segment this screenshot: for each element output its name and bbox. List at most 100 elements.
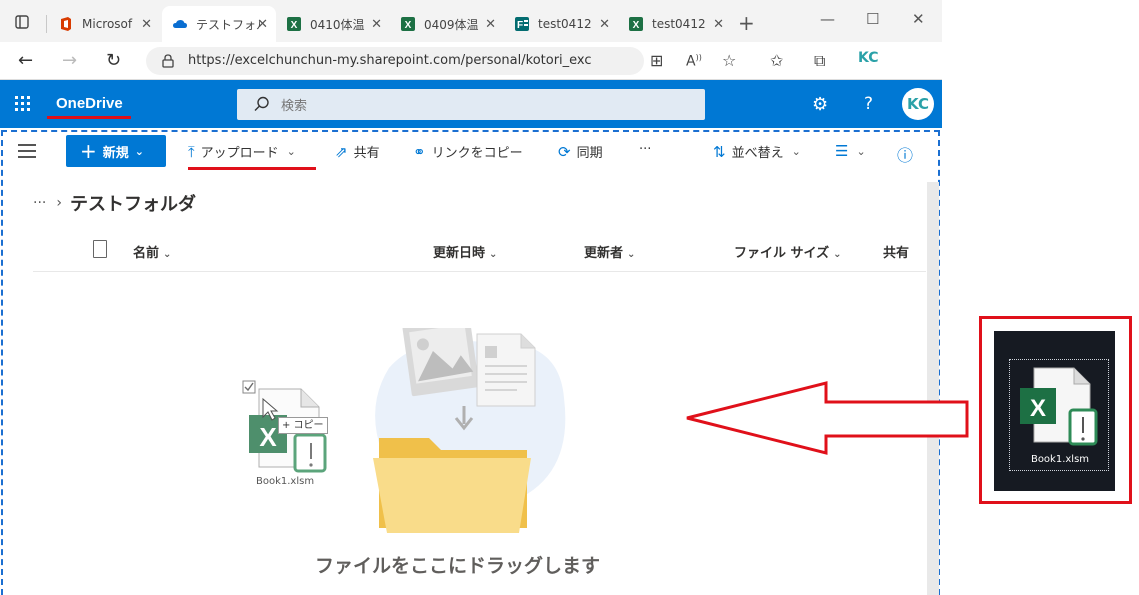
profile-button[interactable]: KC (858, 50, 880, 70)
chevron-down-icon: ⌄ (489, 249, 498, 260)
chevron-down-icon: ⌄ (856, 144, 866, 158)
tab-test0412-forms[interactable]: F test0412 ✕ (504, 6, 618, 42)
app-launcher-icon[interactable] (15, 96, 31, 112)
empty-folder-illustration (373, 328, 566, 533)
red-arrow-annotation (686, 381, 969, 455)
tab-title: テストフォル (196, 17, 260, 32)
more-commands-button[interactable]: ··· (639, 142, 651, 157)
new-button[interactable]: + 新規 ⌄ (66, 135, 166, 167)
column-name-label: 名前 (133, 246, 160, 261)
tab-title: 0409体温 (424, 17, 479, 32)
command-bar: + 新規 ⌄ ⤒ アップロード ⌄ ⇗ 共有 ⚭ リンクをコピー ⟳ 同期 ··… (3, 132, 938, 172)
svg-text:X: X (1030, 395, 1046, 422)
column-file-size[interactable]: ファイル サイズ ⌄ (734, 242, 842, 261)
read-aloud-icon[interactable]: A)) (686, 53, 702, 70)
column-sharing-label: 共有 (883, 246, 910, 261)
avatar[interactable]: KC (902, 88, 934, 120)
desktop-file-panel: X Book1.xlsm (979, 316, 1132, 504)
svg-text:X: X (405, 20, 412, 31)
tab-0409[interactable]: X 0409体温 ✕ (390, 6, 504, 42)
plus-icon: + (80, 139, 97, 163)
svg-text:X: X (291, 20, 298, 31)
close-window-icon[interactable]: ✕ (912, 10, 925, 28)
search-box[interactable] (237, 89, 705, 120)
close-icon[interactable]: ✕ (599, 17, 610, 32)
file-type-icon[interactable] (93, 240, 107, 258)
view-list-icon: ☰ (835, 142, 849, 160)
red-underline-annotation (47, 116, 131, 119)
help-icon[interactable]: ? (864, 94, 873, 114)
sync-button[interactable]: ⟳ 同期 (558, 142, 603, 162)
column-modified-by[interactable]: 更新者 ⌄ (584, 242, 635, 261)
tab-title: 0410体温 (310, 17, 365, 32)
upload-button[interactable]: ⤒ アップロード ⌄ (188, 142, 296, 162)
svg-text:X: X (259, 422, 277, 452)
sort-button[interactable]: ⇅ 並べ替え ⌄ (713, 142, 801, 162)
chevron-down-icon: ⌄ (791, 145, 801, 158)
share-button[interactable]: ⇗ 共有 (335, 142, 380, 162)
forward-arrow-icon[interactable]: → (62, 50, 77, 71)
url-field[interactable]: https://excelchunchun-my.sharepoint.com/… (146, 47, 644, 75)
refresh-icon[interactable]: ↻ (106, 50, 121, 71)
settings-gear-icon[interactable]: ⚙ (812, 94, 828, 115)
forms-icon: F (515, 17, 529, 31)
file-drop-zone[interactable]: + 新規 ⌄ ⤒ アップロード ⌄ ⇗ 共有 ⚭ リンクをコピー ⟳ 同期 ··… (1, 130, 940, 595)
excel-icon: X (287, 17, 301, 31)
lock-icon[interactable] (162, 54, 174, 68)
desktop-file-name: Book1.xlsm (1030, 454, 1090, 465)
close-icon[interactable]: ✕ (257, 17, 268, 32)
tab-actions-icon[interactable] (15, 15, 29, 29)
tab-0410[interactable]: X 0410体温 ✕ (276, 6, 390, 42)
details-pane-button[interactable]: ⓘ (897, 142, 913, 166)
upload-label: アップロード (200, 146, 279, 161)
close-icon[interactable]: ✕ (141, 17, 152, 32)
navigation-menu-icon[interactable] (18, 144, 36, 158)
app-available-icon[interactable]: ⊞ (650, 51, 663, 70)
column-name[interactable]: 名前 ⌄ (133, 242, 171, 261)
column-sharing[interactable]: 共有 (883, 242, 909, 261)
onedrive-brand[interactable]: OneDrive (56, 95, 123, 112)
chevron-down-icon: ⌄ (134, 144, 144, 158)
link-icon: ⚭ (413, 142, 426, 161)
chevron-down-icon: ⌄ (163, 249, 172, 260)
tab-test0412-excel[interactable]: X test0412 ✕ (618, 6, 732, 42)
browser-window: Microsof ✕ テストフォル ✕ X 0410体温 ✕ X 0409体温 … (0, 0, 942, 595)
close-icon[interactable]: ✕ (713, 17, 724, 32)
search-icon (254, 96, 269, 111)
collections-icon[interactable]: ⧉ (814, 51, 825, 71)
breadcrumb-overflow[interactable]: ··· (33, 195, 46, 211)
empty-state-message: ファイルをここにドラッグします (315, 555, 601, 577)
close-icon[interactable]: ✕ (485, 17, 496, 32)
sort-icon: ⇅ (713, 142, 726, 161)
tab-separator (46, 15, 47, 33)
new-tab-button[interactable]: + (738, 11, 755, 35)
add-favorite-icon[interactable]: ☆ (722, 51, 736, 70)
new-button-label: 新規 (102, 145, 129, 161)
close-icon[interactable]: ✕ (371, 17, 382, 32)
excel-icon: X (401, 17, 415, 31)
column-modified[interactable]: 更新日時 ⌄ (433, 242, 497, 261)
tab-title: Microsof (82, 17, 133, 31)
maximize-icon[interactable]: ☐ (866, 10, 879, 28)
desktop-file-item[interactable]: X Book1.xlsm (1009, 359, 1109, 471)
search-input[interactable] (281, 94, 681, 116)
minimize-icon[interactable]: — (820, 10, 835, 28)
tab-test-folder[interactable]: テストフォル ✕ (162, 6, 276, 42)
copy-link-button[interactable]: ⚭ リンクをコピー (413, 142, 523, 162)
column-modified-by-label: 更新者 (584, 246, 624, 261)
sort-label: 並べ替え (731, 146, 784, 161)
share-icon: ⇗ (335, 142, 348, 161)
dragged-file-name: Book1.xlsm (256, 476, 315, 487)
url-text: https://excelchunchun-my.sharepoint.com/… (188, 53, 592, 68)
favorites-icon[interactable]: ✩ (770, 51, 783, 70)
back-arrow-icon[interactable]: ← (18, 50, 33, 71)
chevron-down-icon: ⌄ (833, 249, 842, 260)
excel-icon: X (629, 17, 643, 31)
svg-text:X: X (633, 20, 640, 31)
page-title: テストフォルダ (69, 194, 196, 215)
sync-icon: ⟳ (558, 142, 571, 161)
view-options-button[interactable]: ☰ ⌄ (835, 142, 866, 160)
onedrive-header: OneDrive ⚙ ? KC (0, 80, 942, 128)
upload-arrow-icon: ⤒ (188, 142, 195, 161)
tab-microsoft[interactable]: Microsof ✕ (48, 6, 160, 42)
